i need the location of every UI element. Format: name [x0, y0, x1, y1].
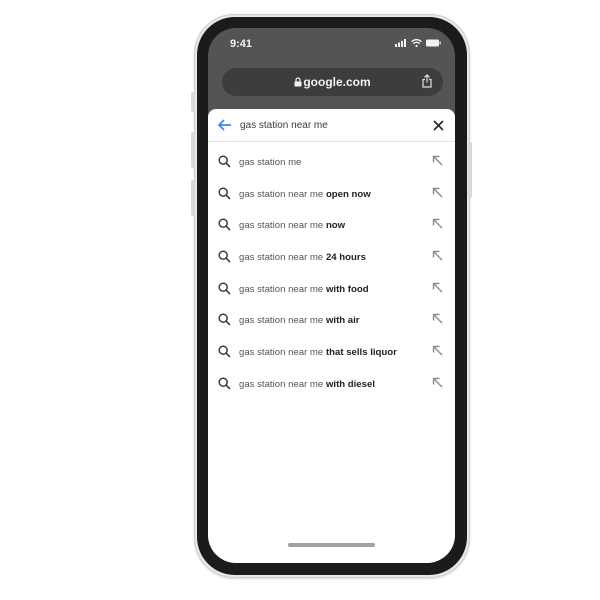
wifi-icon — [411, 39, 422, 47]
share-icon[interactable] — [421, 74, 433, 88]
fill-query-arrow-icon[interactable] — [432, 250, 443, 261]
lock-icon — [294, 77, 302, 87]
fill-query-arrow-icon[interactable] — [432, 345, 443, 356]
suggestion-text: gas station near me with diesel — [239, 379, 375, 390]
suggestion-prefix: gas station near me — [239, 220, 326, 232]
suggestion-completion: that sells liquor — [325, 347, 397, 359]
fill-query-arrow-icon[interactable] — [432, 282, 443, 293]
suggestion-completion: with food — [325, 283, 369, 295]
mute-switch — [191, 92, 195, 112]
suggestion-item[interactable]: gas station me — [208, 145, 455, 177]
phone-screen: 9:41 google.com gas station near me gas … — [208, 28, 455, 563]
search-icon — [218, 377, 231, 390]
suggestion-item[interactable]: gas station near me now — [208, 208, 455, 240]
search-input[interactable]: gas station near me — [240, 120, 328, 131]
volume-down-button — [191, 180, 195, 216]
volume-up-button — [191, 132, 195, 168]
search-bar: gas station near me — [208, 109, 455, 142]
power-button — [468, 142, 472, 198]
suggestion-text: gas station me — [239, 157, 301, 168]
suggestion-completion: now — [325, 220, 346, 232]
fill-query-arrow-icon[interactable] — [432, 155, 443, 166]
search-icon — [218, 250, 231, 263]
suggestion-prefix: gas station me — [239, 157, 302, 168]
search-suggestions-panel: gas station near me gas station me gas st… — [208, 109, 455, 563]
suggestion-completion: open now — [325, 188, 371, 200]
suggestion-completion: with diesel — [325, 378, 375, 390]
suggestion-prefix: gas station near me — [239, 378, 326, 390]
suggestion-text: gas station near me now — [239, 220, 345, 231]
back-arrow-icon[interactable] — [217, 118, 232, 132]
suggestion-completion: 24 hours — [325, 252, 366, 264]
url-text: google.com — [303, 75, 371, 89]
suggestion-text: gas station near me with air — [239, 315, 360, 326]
search-icon — [218, 218, 231, 231]
close-icon[interactable] — [433, 120, 444, 131]
suggestion-item[interactable]: gas station near me 24 hours — [208, 240, 455, 272]
battery-icon — [426, 39, 441, 47]
home-indicator[interactable] — [288, 543, 375, 547]
suggestion-item[interactable]: gas station near me with air — [208, 303, 455, 335]
status-icons — [395, 39, 441, 47]
suggestion-item[interactable]: gas station near me with food — [208, 272, 455, 304]
url-display[interactable]: google.com — [222, 75, 443, 89]
status-bar: 9:41 — [208, 28, 455, 58]
fill-query-arrow-icon[interactable] — [432, 313, 443, 324]
suggestion-prefix: gas station near me — [239, 283, 326, 295]
search-icon — [218, 345, 231, 358]
suggestion-prefix: gas station near me — [239, 252, 326, 264]
status-time: 9:41 — [230, 38, 253, 50]
suggestion-prefix: gas station near me — [239, 315, 326, 327]
suggestion-completion: with air — [325, 315, 360, 327]
search-icon — [218, 187, 231, 200]
search-icon — [218, 155, 231, 168]
search-icon — [218, 313, 231, 327]
fill-query-arrow-icon[interactable] — [432, 187, 443, 198]
suggestion-item[interactable]: gas station near me open now — [208, 177, 455, 209]
fill-query-arrow-icon[interactable] — [432, 377, 443, 388]
suggestion-text: gas station near me that sells liquor — [239, 347, 397, 358]
suggestion-item[interactable]: gas station near me that sells liquor — [208, 335, 455, 367]
suggestion-text: gas station near me 24 hours — [239, 252, 366, 263]
address-bar[interactable]: google.com — [222, 68, 443, 96]
suggestion-prefix: gas station near me — [239, 188, 326, 200]
suggestion-text: gas station near me with food — [239, 284, 369, 295]
suggestion-prefix: gas station near me — [239, 347, 326, 359]
suggestion-item[interactable]: gas station near me with diesel — [208, 367, 455, 399]
cellular-signal-icon — [395, 39, 406, 47]
suggestion-list: gas station me gas station near me open n… — [208, 145, 455, 399]
fill-query-arrow-icon[interactable] — [432, 218, 443, 229]
search-icon — [218, 282, 231, 295]
suggestion-text: gas station near me open now — [239, 189, 371, 200]
